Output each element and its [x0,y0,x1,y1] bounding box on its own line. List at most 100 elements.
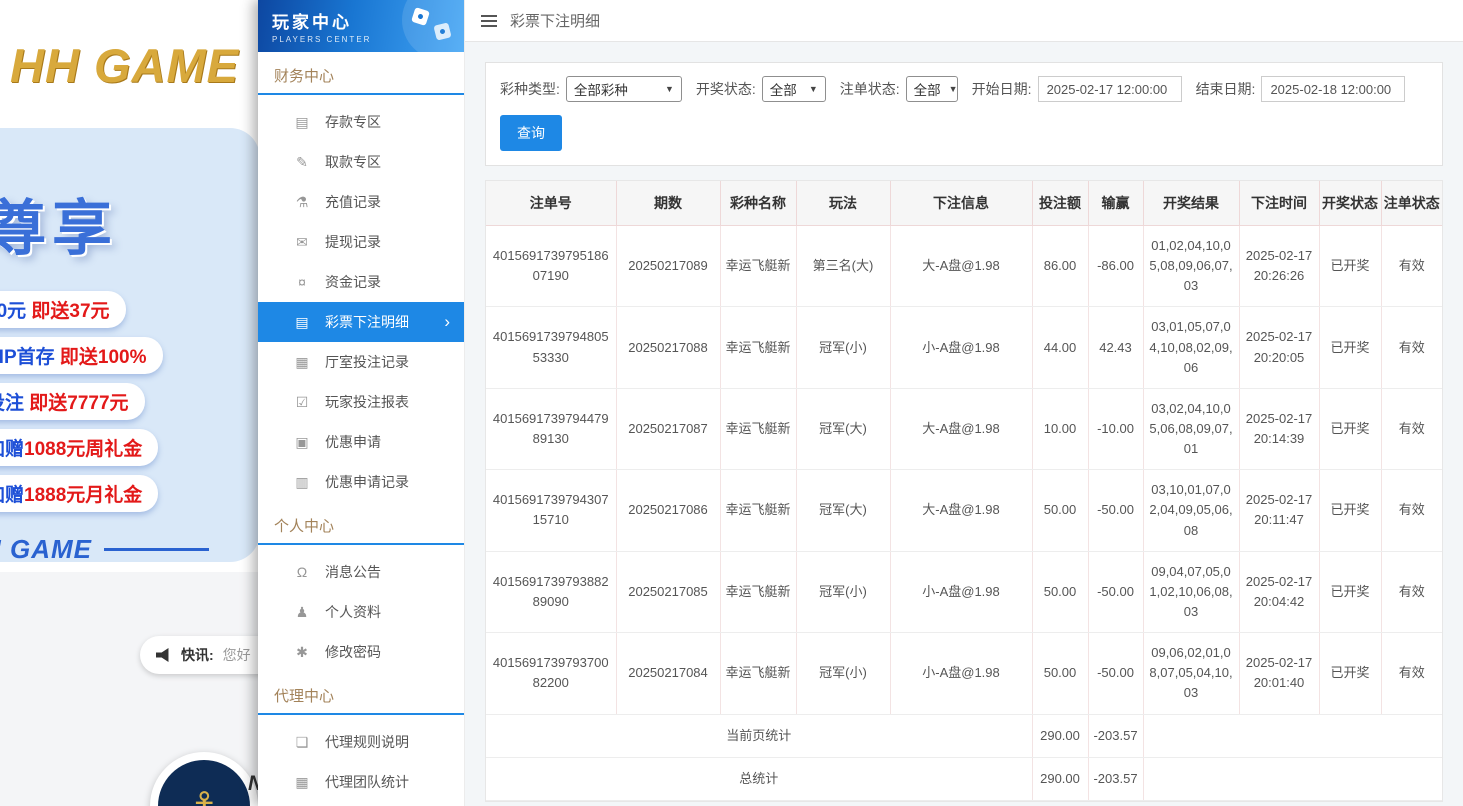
funds-icon: ¤ [293,274,311,290]
table-cell: -10.00 [1088,388,1143,469]
summary-bet-total: 290.00 [1032,757,1088,800]
sidebar-item-deposit[interactable]: ▤存款专区 [258,102,464,142]
sidebar-item-withdrawal-record[interactable]: ✉提现记录 [258,222,464,262]
table-cell: 20250217087 [616,388,720,469]
sidebar-item-lottery-bet-detail[interactable]: ▤彩票下注明细› [258,302,464,342]
promo-pill: 加赠1888元月礼金 [0,475,158,512]
sidebar-item-withdraw[interactable]: ✎取款专区 [258,142,464,182]
table-cell: 幸运飞艇新 [720,388,796,469]
bet-table: 注单号期数彩种名称玩法下注信息投注额输赢开奖结果下注时间开奖状态注单状态4015… [486,181,1442,801]
chevron-down-icon: ▼ [809,84,818,94]
sidebar-item-messages[interactable]: Ω消息公告 [258,552,464,592]
toolbar: 彩票下注明细 [465,0,1463,42]
promo-pill-list: 60元 即送37元VIP首存 即送100%投注 即送7777元加赠1088元周礼… [0,291,260,512]
order-status-select[interactable]: 全部 ▼ [906,76,958,102]
summary-empty [1143,714,1442,757]
doc-icon: ❏ [293,734,311,751]
page: HH GAME 尊享 60元 即送37元VIP首存 即送100%投注 即送777… [0,0,1463,806]
table-row: 40156917397938828909020250217085幸运飞艇新冠军(… [486,551,1442,632]
column-header: 注单号 [486,181,616,226]
promo-pill: 投注 即送7777元 [0,383,145,420]
table-cell: 09,06,02,01,08,07,05,04,10,03 [1143,633,1239,714]
sidebar-item-label: 资金记录 [325,272,381,292]
table-cell: 幸运飞艇新 [720,470,796,551]
sidebar-item-recharge-record[interactable]: ⚗充值记录 [258,182,464,222]
cashout-icon: ✉ [293,234,311,251]
summary-label: 总统计 [486,757,1032,800]
order-status-value: 全部 [914,79,941,99]
recharge-icon: ⚗ [293,194,311,211]
table-cell: 冠军(小) [796,307,890,388]
site-logo: HH GAME [10,38,239,93]
table-cell: 86.00 [1032,226,1088,307]
filter-lottery-type: 彩种类型: 全部彩种 ▼ [500,76,682,102]
summary-row: 当前页统计290.00-203.57 [486,714,1442,757]
filter-order-status: 注单状态: 全部 ▼ [840,76,958,102]
table-cell: 冠军(大) [796,388,890,469]
draw-status-select[interactable]: 全部 ▼ [762,76,826,102]
table-cell: 20250217085 [616,551,720,632]
query-button[interactable]: 查询 [500,115,562,151]
sidebar-item-promo-apply-record[interactable]: ▥ 优惠申请记录 [258,462,464,502]
column-header: 下注信息 [890,181,1032,226]
column-header: 玩法 [796,181,890,226]
table-cell: 小-A盘@1.98 [890,551,1032,632]
table-cell: 50.00 [1032,633,1088,714]
table-cell: 2025-02-17 20:01:40 [1239,633,1319,714]
table-cell: 已开奖 [1319,307,1381,388]
table-cell: 有效 [1381,551,1442,632]
table-cell: 幸运飞艇新 [720,551,796,632]
column-header: 期数 [616,181,720,226]
sidebar-item-profile[interactable]: ♟个人资料 [258,592,464,632]
table-cell: 10.00 [1032,388,1088,469]
table-cell: 09,04,07,05,01,02,10,06,08,03 [1143,551,1239,632]
lottery-type-select[interactable]: 全部彩种 ▼ [566,76,682,102]
end-date-input[interactable] [1261,76,1405,102]
sidebar-item-player-bet-report[interactable]: ☑玩家投注报表 [258,382,464,422]
promo-record-icon: ▥ [293,474,311,491]
sidebar-section-title: 财务中心 [258,52,464,95]
sidebar-item-promo-apply[interactable]: ▣优惠申请 [258,422,464,462]
table-row: 40156917397944798913020250217087幸运飞艇新冠军(… [486,388,1442,469]
table-cell: 大-A盘@1.98 [890,470,1032,551]
sidebar-item-agent-team-stats[interactable]: ▦代理团队统计 [258,762,464,802]
summary-empty [1143,757,1442,800]
sidebar-item-change-password[interactable]: ✱修改密码 [258,632,464,672]
table-cell: 20250217089 [616,226,720,307]
promo-pill: 加赠1088元周礼金 [0,429,158,466]
table-cell: 已开奖 [1319,226,1381,307]
column-header: 下注时间 [1239,181,1319,226]
table-cell: 2025-02-17 20:20:05 [1239,307,1319,388]
column-header: 开奖状态 [1319,181,1381,226]
sidebar-item-label: 优惠申请记录 [325,472,409,492]
ticker-label: 快讯: [181,645,214,665]
sidebar-item-hall-bet-record[interactable]: ▦厅室投注记录 [258,342,464,382]
promo-brand-text: H GAME [0,534,92,565]
chevron-down-icon: ▼ [949,84,958,94]
summary-row: 总统计290.00-203.57 [486,757,1442,800]
table-cell: 20250217088 [616,307,720,388]
end-date-label: 结束日期: [1196,79,1256,99]
table-cell: 冠军(大) [796,470,890,551]
stats-icon: ▦ [293,774,311,791]
sidebar-item-agent-rules[interactable]: ❏代理规则说明 [258,722,464,762]
table-row: 40156917397948055333020250217088幸运飞艇新冠军(… [486,307,1442,388]
sidebar-item-label: 取款专区 [325,152,381,172]
table-cell: 401569173979480553330 [486,307,616,388]
sidebar-item-label: 存款专区 [325,112,381,132]
summary-bet-total: 290.00 [1032,714,1088,757]
table-cell: 401569173979370082200 [486,633,616,714]
table-cell: 44.00 [1032,307,1088,388]
menu-icon[interactable] [481,15,497,27]
table-cell: 已开奖 [1319,551,1381,632]
content: 彩种类型: 全部彩种 ▼ 开奖状态: 全部 ▼ [465,42,1463,806]
start-date-label: 开始日期: [972,79,1032,99]
table-cell: 50.00 [1032,470,1088,551]
speaker-icon [156,648,172,662]
start-date-input[interactable] [1038,76,1182,102]
sidebar-item-funds-record[interactable]: ¤ 资金记录 [258,262,464,302]
table-cell: 大-A盘@1.98 [890,388,1032,469]
table-cell: 01,02,04,10,05,08,09,06,07,03 [1143,226,1239,307]
table-cell: 有效 [1381,633,1442,714]
sidebar-item-label: 厅室投注记录 [325,352,409,372]
